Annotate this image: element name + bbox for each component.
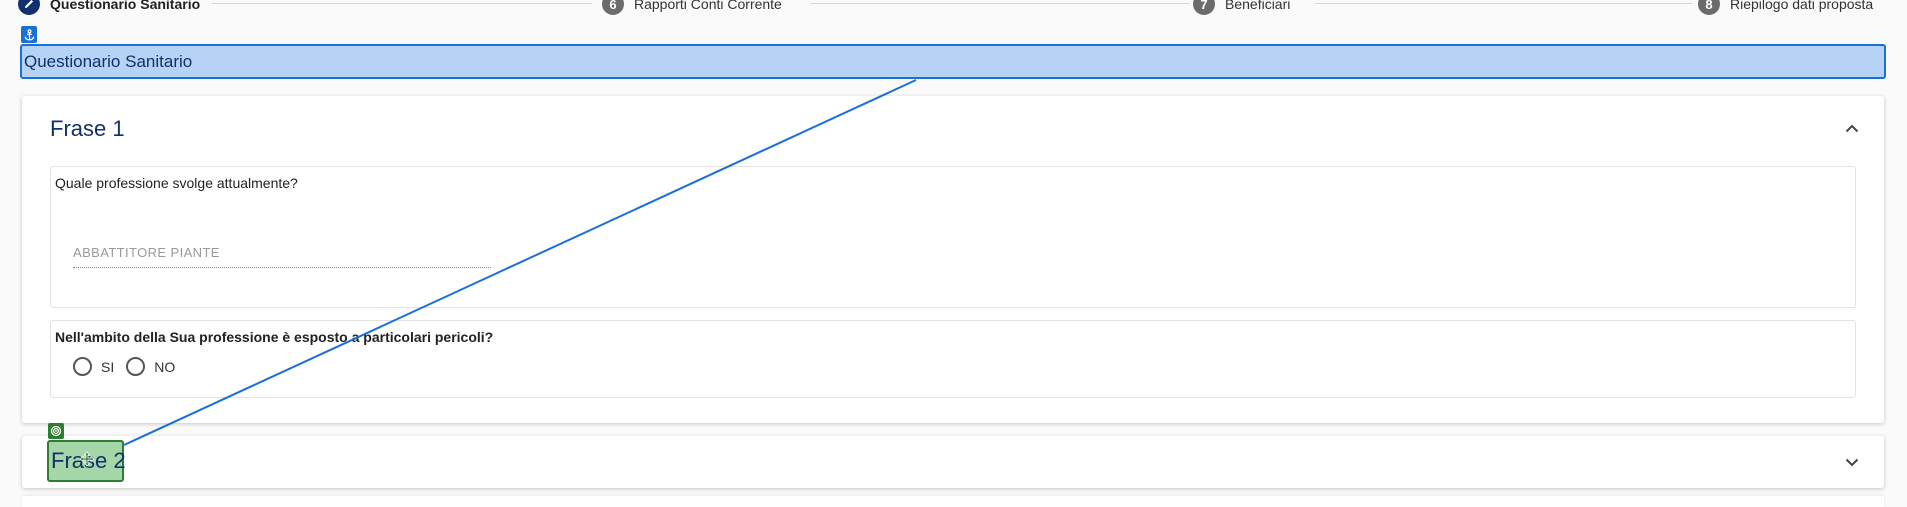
step-connector — [1315, 3, 1692, 4]
step-label: Rapporti Conti Corrente — [634, 0, 782, 12]
radio-group: SI NO — [73, 357, 187, 376]
anchor-icon — [21, 26, 37, 43]
chevron-up-icon[interactable] — [1842, 118, 1862, 138]
step-beneficiari[interactable]: 7 Beneficiari — [1193, 0, 1290, 15]
accordion-title[interactable]: Frase 1 — [50, 116, 125, 142]
step-label: Riepilogo dati proposta — [1730, 0, 1874, 12]
step-number: 6 — [602, 0, 624, 15]
target-icon — [48, 423, 64, 439]
stepper: Questionario Sanitario 6 Rapporti Conti … — [0, 0, 1907, 15]
radio-label-no: NO — [154, 358, 176, 375]
step-riepilogo-dati-proposta[interactable]: 8 Riepilogo dati proposta — [1698, 0, 1873, 15]
accordion-frase-2[interactable] — [22, 436, 1884, 488]
step-connector — [810, 3, 1190, 4]
move-icon — [79, 451, 95, 467]
step-label: Beneficiari — [1225, 0, 1291, 12]
next-card-edge — [22, 496, 1884, 507]
step-number: 8 — [1698, 0, 1720, 15]
question-text: Nell'ambito della Sua professione è espo… — [55, 329, 494, 345]
question-box: Nell'ambito della Sua professione è espo… — [50, 320, 1856, 398]
step-connector — [212, 3, 592, 4]
chevron-down-icon[interactable] — [1842, 452, 1862, 472]
answer-field[interactable]: ABBATTITORE PIANTE — [73, 245, 491, 268]
step-number: 7 — [1193, 0, 1215, 15]
radio-si[interactable] — [73, 357, 92, 376]
question-box: Quale professione svolge attualmente? AB… — [50, 166, 1856, 308]
step-questionario-sanitario[interactable]: Questionario Sanitario — [18, 0, 200, 15]
section-header[interactable]: Questionario Sanitario — [20, 44, 1886, 79]
step-rapporti-conti-corrente[interactable]: 6 Rapporti Conti Corrente — [602, 0, 782, 15]
pencil-icon — [18, 0, 40, 15]
question-text: Quale professione svolge attualmente? — [55, 175, 298, 191]
radio-no[interactable] — [126, 357, 146, 376]
step-label: Questionario Sanitario — [50, 0, 201, 12]
radio-label-si: SI — [101, 358, 115, 375]
accordion-frase-1: Frase 1 Quale professione svolge attualm… — [22, 96, 1884, 423]
